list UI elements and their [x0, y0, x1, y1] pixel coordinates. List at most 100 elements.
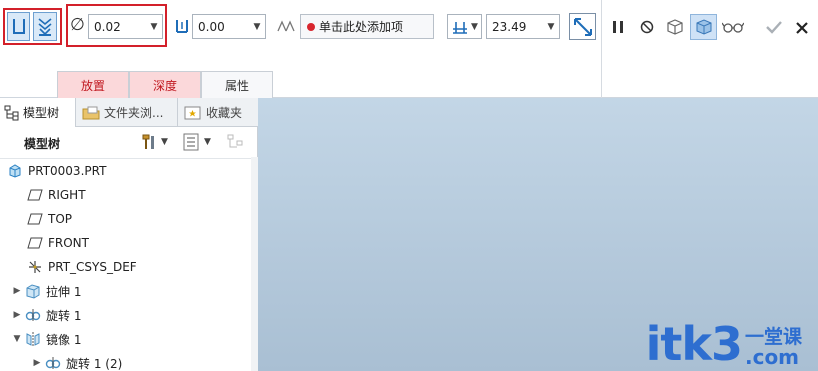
tree-item-label: RIGHT: [48, 188, 86, 202]
tree-filter-icon: [227, 134, 243, 148]
chevron-down-icon: ▼: [471, 21, 478, 32]
pause-icon: [613, 21, 623, 33]
diameter-combo[interactable]: 0.02 ▼: [88, 14, 163, 39]
tree-item-label: 旋转 1 (2): [66, 356, 123, 371]
tree-item-datum-right[interactable]: RIGHT: [0, 183, 252, 207]
tab-folder-browser[interactable]: 文件夹浏...: [76, 98, 178, 127]
tree-item-datum-top[interactable]: TOP: [0, 207, 252, 231]
hammer-icon: [142, 134, 155, 149]
list-icon: [183, 133, 199, 151]
datum-plane-icon: [26, 211, 44, 227]
tree-item-label: 镜像 1: [46, 332, 82, 347]
offset-combo[interactable]: 23.49 ▼: [486, 14, 560, 39]
tree-item-label: 拉伸 1: [46, 284, 82, 299]
ok-button[interactable]: [763, 16, 785, 38]
reference-icon: [277, 20, 295, 32]
tree-item-label: PRT_CSYS_DEF: [48, 260, 137, 274]
watermark-side-bottom: .com: [744, 345, 800, 369]
tree-item-revolve[interactable]: ▶ 旋转 1: [0, 303, 252, 327]
datum-plane-icon: [26, 187, 44, 203]
part-icon: [6, 163, 24, 179]
tree-item-label: FRONT: [48, 236, 89, 250]
chevron-down-icon: ▼: [204, 137, 211, 147]
tab-folder-browser-label: 文件夹浏...: [104, 106, 164, 120]
collapse-arrow-icon[interactable]: ▼: [10, 334, 24, 344]
graphics-viewport[interactable]: itk3 一堂课 .com: [258, 98, 818, 371]
settings-tool-button[interactable]: ▼: [136, 132, 172, 152]
tree-item-label: 旋转 1: [46, 308, 82, 323]
tree-item-datum-front[interactable]: FRONT: [0, 231, 252, 255]
checkmark-icon: [766, 21, 782, 34]
revolve-icon: [44, 355, 62, 371]
dashboard-tabs: 放置 深度 属性: [57, 71, 273, 98]
reference-prompt: 单击此处添加项: [319, 20, 404, 34]
tab-model-tree-label: 模型树: [23, 106, 60, 120]
navigator-panel: 模型树 文件夹浏... 收藏夹 模型树 ▼ ▼ PRT0003.PRT RIGH…: [0, 98, 258, 371]
standard-hole-button[interactable]: [33, 12, 57, 41]
no-preview-button[interactable]: [637, 17, 657, 37]
navigator-tabs: 模型树 文件夹浏... 收藏夹: [0, 98, 258, 127]
depth-value: 0.00: [198, 19, 225, 34]
simple-hole-icon: [12, 18, 25, 34]
tree-item-label: TOP: [48, 212, 73, 226]
flip-arrow-icon: [573, 17, 592, 36]
depth-combo[interactable]: 0.00 ▼: [192, 14, 266, 39]
tab-properties[interactable]: 属性: [201, 71, 273, 98]
depth-option-button[interactable]: [173, 16, 190, 36]
panel-title: 模型树: [24, 137, 61, 151]
shaded-preview-icon: [696, 19, 711, 35]
datum-plane-icon: [26, 235, 44, 251]
show-options-button[interactable]: ▼: [178, 132, 216, 152]
diameter-icon: ∅: [70, 15, 85, 35]
tree-item-extrude[interactable]: ▶ 拉伸 1: [0, 279, 252, 303]
prohibit-icon: [640, 20, 654, 34]
pause-button[interactable]: [609, 17, 627, 37]
chevron-down-icon: ▼: [547, 21, 555, 32]
tree-icon: [4, 105, 19, 120]
expand-arrow-icon[interactable]: ▶: [10, 310, 24, 320]
tree-item-label: PRT0003.PRT: [28, 164, 107, 178]
tab-depth[interactable]: 深度: [129, 71, 201, 98]
glasses-icon: [722, 22, 744, 33]
cancel-button[interactable]: [792, 17, 812, 39]
offset-value: 23.49: [492, 19, 527, 34]
offset-type-button[interactable]: ▼: [447, 14, 482, 39]
tab-favorites[interactable]: 收藏夹: [178, 98, 258, 127]
extrude-icon: [24, 283, 42, 299]
model-tree: PRT0003.PRT RIGHT TOP FRONT PRT_CSYS_DEF: [0, 158, 252, 371]
reference-collector[interactable]: 单击此处添加项: [300, 14, 434, 39]
required-dot: [307, 22, 315, 31]
watermark-logo: itk3 一堂课 .com: [646, 321, 802, 367]
tree-item-csys[interactable]: PRT_CSYS_DEF: [0, 255, 252, 279]
tree-item-revolve-copy[interactable]: ▶ 旋转 1 (2): [0, 351, 252, 371]
tab-model-tree[interactable]: 模型树: [0, 98, 76, 127]
glasses-button[interactable]: [721, 17, 745, 37]
simple-hole-button[interactable]: [7, 12, 30, 41]
tab-placement[interactable]: 放置: [57, 71, 129, 98]
blind-depth-icon: [175, 20, 188, 33]
ribbon: ∅ 0.02 ▼ 0.00 ▼ 单击此处添加项 ▼ 23.49 ▼ 放置 深度 …: [0, 0, 818, 98]
verify-preview-button[interactable]: [690, 14, 717, 40]
tree-filter-button[interactable]: [224, 132, 248, 152]
preview-geometry-button[interactable]: [663, 15, 687, 39]
watermark-side: 一堂课 .com: [745, 327, 802, 367]
chevron-down-icon: ▼: [150, 21, 158, 32]
mirror-icon: [24, 331, 42, 347]
offset-icon: [453, 21, 468, 34]
tab-favorites-label: 收藏夹: [206, 106, 243, 120]
diameter-value: 0.02: [94, 19, 121, 34]
flip-direction-button[interactable]: [569, 13, 596, 40]
reference-select-button[interactable]: [276, 16, 296, 36]
watermark-main: itk3: [645, 317, 743, 371]
expand-arrow-icon[interactable]: ▶: [30, 358, 44, 368]
tree-item-mirror[interactable]: ▼ 镜像 1: [0, 327, 252, 351]
folder-icon: [82, 106, 100, 119]
revolve-icon: [24, 307, 42, 323]
close-icon: [796, 22, 808, 34]
wireframe-preview-icon: [667, 19, 683, 35]
tree-scrollbar[interactable]: [251, 157, 258, 371]
favorites-icon: [184, 106, 201, 119]
coordinate-system-icon: [26, 259, 44, 275]
tree-item-part[interactable]: PRT0003.PRT: [0, 159, 252, 183]
expand-arrow-icon[interactable]: ▶: [10, 286, 24, 296]
